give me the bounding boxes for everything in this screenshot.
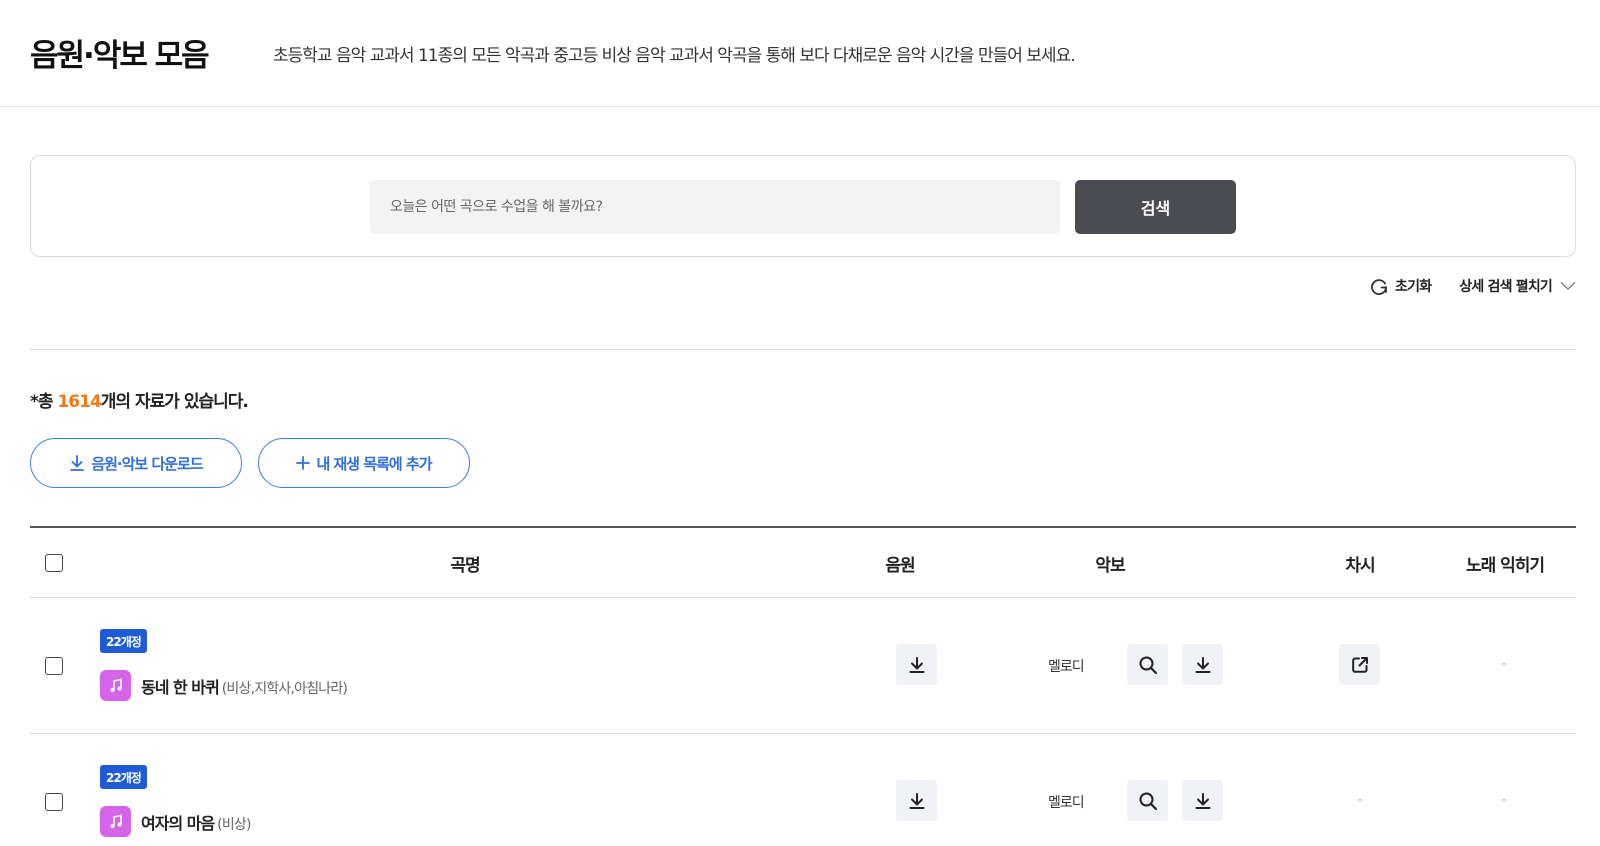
page-description: 초등학교 음악 교과서 11종의 모든 악곡과 중고등 비상 음악 교과서 악곡… xyxy=(273,46,1076,66)
download-icon xyxy=(907,791,927,811)
column-audio: 음원 xyxy=(885,555,915,576)
download-selected-label: 음원·악보 다운로드 xyxy=(91,454,203,473)
lesson-value: - xyxy=(1357,792,1363,808)
song-publishers: (비상,지학사,아침나라) xyxy=(221,681,348,697)
score-preview-button[interactable] xyxy=(1127,644,1168,685)
result-count-number: 1614 xyxy=(57,392,101,412)
column-learn: 노래 익히기 xyxy=(1465,555,1545,576)
result-count: *총 1614개의 자료가 있습니다. xyxy=(30,387,249,412)
plus-icon xyxy=(296,456,311,470)
section-divider xyxy=(30,349,1576,350)
reset-label: 초기화 xyxy=(1395,279,1432,295)
lesson-link-button[interactable] xyxy=(1339,644,1380,685)
download-icon xyxy=(1193,791,1213,811)
chevron-down-icon xyxy=(1560,281,1576,291)
search-button[interactable]: 검색 xyxy=(1075,180,1236,234)
detail-search-toggle[interactable]: 상세 검색 펼치기 xyxy=(1459,276,1576,296)
song-table: 곡명 음원 악보 차시 노래 익히기 22개정 동네 한 바퀴 (비상,지학사,아… xyxy=(30,526,1576,846)
audio-download-button[interactable] xyxy=(896,780,937,821)
score-type-label: 멜로디 xyxy=(1048,795,1085,811)
refresh-icon xyxy=(1369,276,1389,296)
song-title[interactable]: 여자의 마음 (비상) xyxy=(141,810,251,834)
table-row: 22개정 동네 한 바퀴 (비상,지학사,아침나라) 멜로디 - xyxy=(30,598,1576,734)
score-download-button[interactable] xyxy=(1182,644,1223,685)
row-checkbox[interactable] xyxy=(45,793,63,811)
download-icon xyxy=(907,655,927,675)
add-to-playlist-label: 내 재생 목록에 추가 xyxy=(316,454,432,473)
download-icon xyxy=(69,454,85,472)
song-title-text: 여자의 마음 xyxy=(141,814,215,833)
search-panel: 검색 xyxy=(30,155,1576,257)
download-icon xyxy=(1193,655,1213,675)
filter-row: 초기화 상세 검색 펼치기 xyxy=(1369,276,1576,296)
song-title[interactable]: 동네 한 바퀴 (비상,지학사,아침나라) xyxy=(141,674,348,698)
score-download-button[interactable] xyxy=(1182,780,1223,821)
song-title-text: 동네 한 바퀴 xyxy=(141,678,220,697)
reset-button[interactable]: 초기화 xyxy=(1369,276,1432,296)
music-note-icon xyxy=(100,670,131,701)
column-lesson: 차시 xyxy=(1345,555,1375,576)
score-preview-button[interactable] xyxy=(1127,780,1168,821)
search-input[interactable] xyxy=(370,180,1060,234)
learn-value: - xyxy=(1501,792,1507,808)
detail-search-label: 상세 검색 펼치기 xyxy=(1459,279,1553,295)
magnifier-icon xyxy=(1137,790,1159,812)
curriculum-badge: 22개정 xyxy=(100,629,147,653)
music-note-icon xyxy=(100,806,131,837)
page-header: 음원·악보 모음 초등학교 음악 교과서 11종의 모든 악곡과 중고등 비상 … xyxy=(0,0,1600,107)
learn-value: - xyxy=(1501,656,1507,672)
song-publishers: (비상) xyxy=(217,817,251,833)
curriculum-badge: 22개정 xyxy=(100,765,147,789)
column-score: 악보 xyxy=(1095,555,1125,576)
result-count-prefix: *총 xyxy=(30,392,58,412)
row-checkbox[interactable] xyxy=(45,657,63,675)
page-title: 음원·악보 모음 xyxy=(30,38,210,74)
table-row: 22개정 여자의 마음 (비상) 멜로디 - - xyxy=(30,734,1576,846)
external-link-icon xyxy=(1350,655,1370,675)
add-to-playlist-button[interactable]: 내 재생 목록에 추가 xyxy=(258,438,470,488)
audio-download-button[interactable] xyxy=(896,644,937,685)
magnifier-icon xyxy=(1137,654,1159,676)
result-count-suffix: 개의 자료가 있습니다. xyxy=(100,392,249,412)
table-header: 곡명 음원 악보 차시 노래 익히기 xyxy=(30,528,1576,598)
score-type-label: 멜로디 xyxy=(1048,659,1085,675)
download-selected-button[interactable]: 음원·악보 다운로드 xyxy=(30,438,242,488)
select-all-checkbox[interactable] xyxy=(45,554,63,572)
column-title: 곡명 xyxy=(450,555,480,576)
